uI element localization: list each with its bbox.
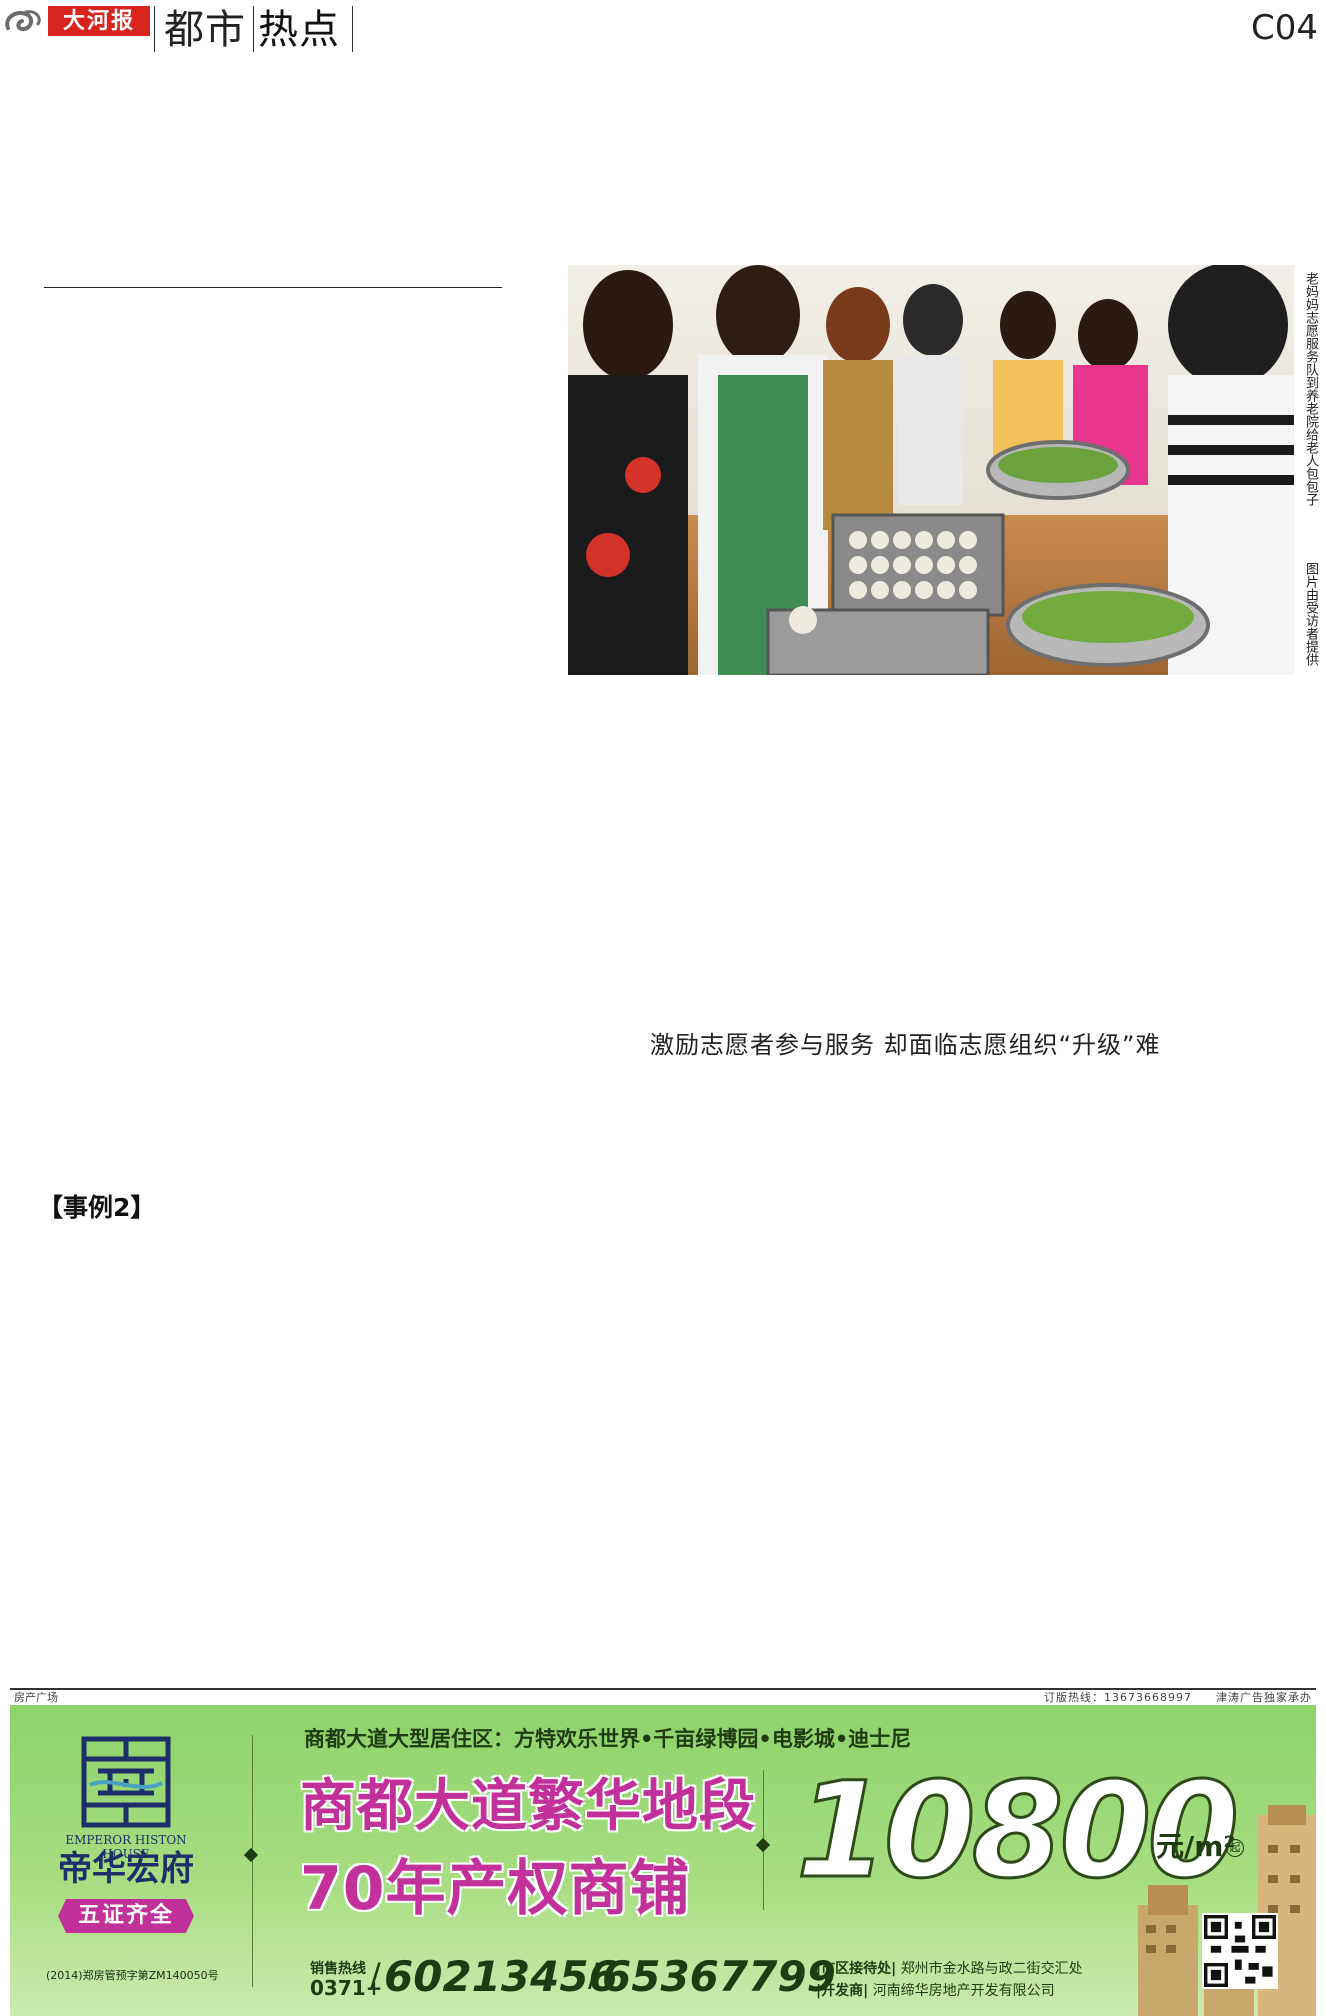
- ad-divider-diamond: [755, 1837, 771, 1853]
- volunteers-making-buns-photo: [568, 265, 1294, 675]
- ad-headline-2: 70年产权商铺: [300, 1854, 691, 1924]
- header-divider: [253, 6, 254, 52]
- sales-hotline-label: 销售热线: [310, 1961, 366, 1977]
- newspaper-brand: 大河报: [48, 6, 150, 36]
- qr-code-icon: [1202, 1913, 1278, 1989]
- section-title-part1: 都市: [164, 7, 246, 53]
- newspaper-swirl-icon: [5, 10, 41, 32]
- brand-chinese-name: 帝华宏府: [58, 1849, 194, 1889]
- case-label: 【事例2】: [38, 1193, 156, 1222]
- developer-name: 河南缔华房地产开发有限公司: [872, 1983, 1055, 1999]
- developer-label: |开发商|: [816, 1983, 869, 1999]
- column-rule: [44, 287, 502, 288]
- phone-number-1: 60213456: [384, 1952, 618, 2001]
- ad-section-label: 房产广场: [14, 1691, 58, 1704]
- real-estate-advertisement: EMPEROR HISTON HOUSE 帝华宏府 五证齐全 (2014)郑房管…: [10, 1705, 1316, 2016]
- reception-address-text: 郑州市金水路与政二街交汇处: [900, 1961, 1083, 1977]
- reception-label: |市区接待处|: [816, 1961, 897, 1977]
- ad-booking-info: 订版热线：13673668997 津涛广告独家承办: [1044, 1691, 1312, 1704]
- article-subheading: 激励志愿者参与服务 却面临志愿组织“升级”难: [650, 1031, 1161, 1059]
- developer-info: |开发商| 河南缔华房地产开发有限公司: [816, 1981, 1055, 2001]
- header-divider: [352, 6, 353, 52]
- ad-divider-diamond: [243, 1847, 259, 1863]
- emperor-histon-house-logo-icon: [81, 1736, 171, 1828]
- phone-number-2: 65367799: [602, 1952, 836, 2001]
- ad-top-rule: [10, 1688, 1316, 1690]
- phone-separator: /: [370, 1956, 381, 1994]
- ad-divider: [252, 1735, 253, 1987]
- ad-headline-1: 商都大道繁华地段: [300, 1774, 756, 1839]
- ad-tagline: 商都大道大型居住区：方特欢乐世界•千亩绿博园•电影城•迪士尼: [304, 1727, 912, 1751]
- photo-credit: 图片由受访者提供: [1303, 562, 1318, 666]
- photo-caption: 老妈妈志愿服务队到养老院给老人包包子: [1303, 272, 1318, 506]
- certificates-badge: 五证齐全: [58, 1899, 194, 1933]
- page-number: C04: [1250, 8, 1318, 48]
- presale-permit-number: (2014)郑房管预字第ZM140050号: [46, 1969, 219, 1982]
- reception-address: |市区接待处| 郑州市金水路与政二街交汇处: [816, 1959, 1083, 1979]
- header-divider: [154, 6, 155, 52]
- section-title-part2: 热点: [258, 7, 340, 53]
- phone-separator: /: [588, 1956, 599, 1994]
